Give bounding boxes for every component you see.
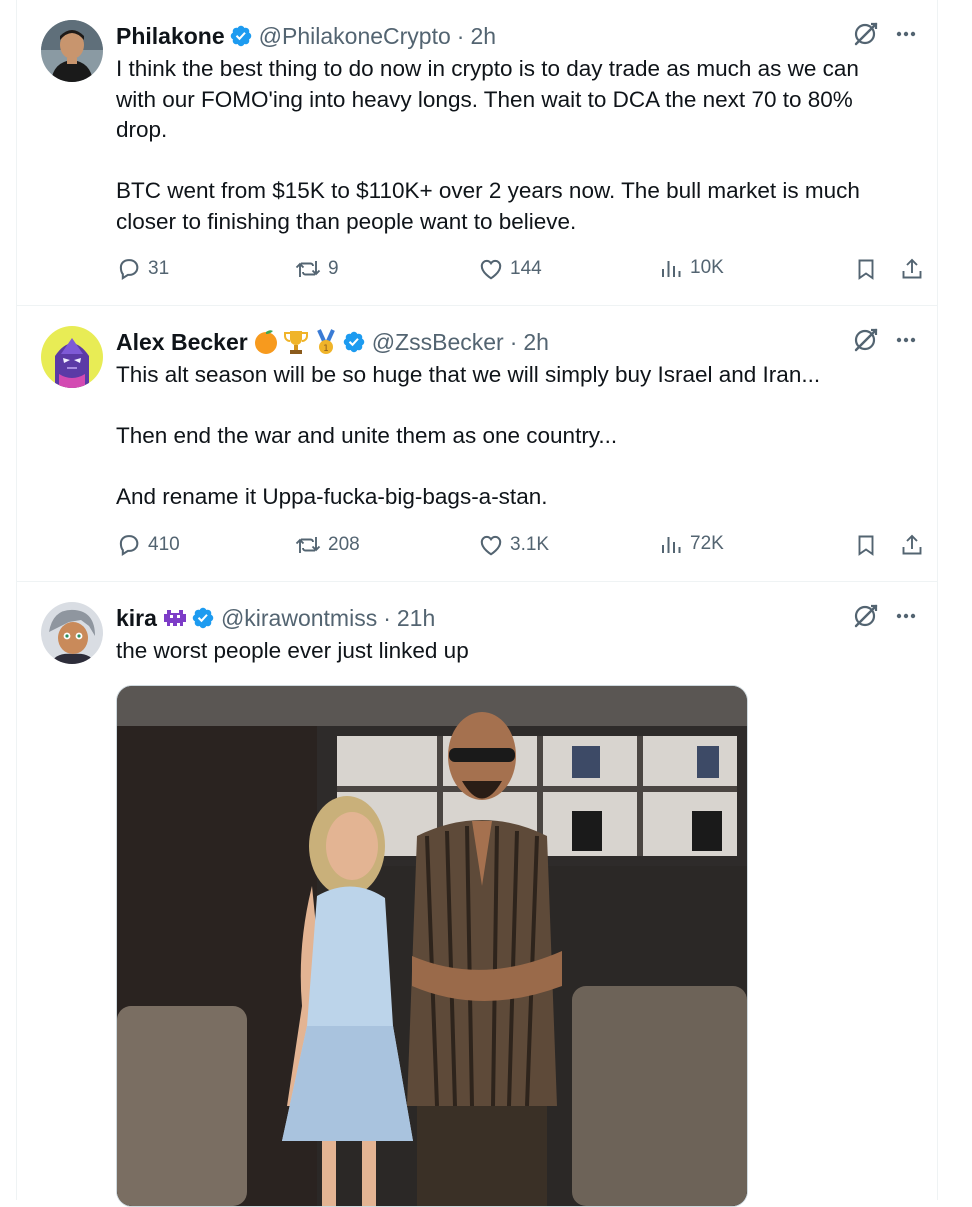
views-button[interactable]: 10K xyxy=(660,256,724,280)
more-icon[interactable] xyxy=(895,23,917,50)
tweet-actions: 410 208 3.1K 72K xyxy=(116,532,922,566)
tweet[interactable]: Alex Becker 1 @ZssBecker · 2h This alt s… xyxy=(17,306,937,582)
views-count: 72K xyxy=(690,533,724,554)
share-icon xyxy=(902,258,922,279)
display-name[interactable]: Alex Becker xyxy=(116,329,248,356)
like-count: 144 xyxy=(510,258,542,279)
space-invader-emoji xyxy=(161,604,189,632)
tweet-text: I think the best thing to do now in cryp… xyxy=(116,56,860,234)
reply-icon xyxy=(119,535,139,556)
separator: · xyxy=(383,604,391,631)
share-button[interactable] xyxy=(900,532,930,558)
tweet-text: This alt season will be so huge that we … xyxy=(116,362,821,509)
display-name[interactable]: Philakone xyxy=(116,23,225,50)
reply-button[interactable]: 410 xyxy=(116,532,180,558)
repost-icon xyxy=(295,537,321,553)
verified-icon xyxy=(229,24,253,48)
verified-icon xyxy=(191,606,215,630)
tweet-header: Alex Becker 1 @ZssBecker · 2h xyxy=(116,325,917,359)
photo-illustration xyxy=(117,686,747,1206)
grok-icon[interactable] xyxy=(853,21,879,52)
separator: · xyxy=(509,328,518,355)
user-handle[interactable]: @kirawontmiss xyxy=(221,605,377,632)
grok-icon[interactable] xyxy=(853,327,879,358)
repost-count: 208 xyxy=(328,534,360,555)
bookmark-button[interactable] xyxy=(854,256,884,282)
repost-button[interactable]: 208 xyxy=(294,532,360,558)
tweet[interactable]: Philakone @PhilakoneCrypto · 2h I think … xyxy=(17,0,937,306)
more-icon[interactable] xyxy=(895,329,917,356)
tweet-header: Philakone @PhilakoneCrypto · 2h xyxy=(116,19,917,53)
svg-text:1: 1 xyxy=(323,344,329,354)
like-icon xyxy=(480,535,502,556)
medal-emoji: 1 xyxy=(312,328,340,356)
repost-button[interactable]: 9 xyxy=(294,256,339,282)
timestamp[interactable]: 2h xyxy=(470,23,496,50)
reply-count: 31 xyxy=(148,258,170,279)
bookmark-icon xyxy=(858,259,874,280)
views-button[interactable]: 72K xyxy=(660,532,724,556)
like-button[interactable]: 144 xyxy=(478,256,542,282)
reply-icon xyxy=(119,259,139,280)
tweet-header: kira @kirawontmiss · 21h xyxy=(116,601,917,635)
repost-icon xyxy=(295,261,321,277)
tweet-text: the worst people ever just linked up xyxy=(116,638,469,663)
avatar[interactable] xyxy=(41,20,103,82)
trophy-emoji xyxy=(282,328,310,356)
bookmark-button[interactable] xyxy=(854,532,884,558)
share-button[interactable] xyxy=(900,256,930,282)
user-handle[interactable]: @PhilakoneCrypto xyxy=(259,23,451,50)
like-icon xyxy=(480,259,502,280)
avatar[interactable] xyxy=(41,326,103,388)
tweet-actions: 31 9 144 10K xyxy=(116,256,922,290)
views-icon xyxy=(662,261,681,277)
more-icon[interactable] xyxy=(895,605,917,632)
timestamp[interactable]: 21h xyxy=(397,605,435,632)
tweet-photo[interactable] xyxy=(116,685,748,1207)
like-button[interactable]: 3.1K xyxy=(478,532,549,558)
bookmark-icon xyxy=(858,535,874,556)
repost-count: 9 xyxy=(328,258,339,279)
display-name[interactable]: kira xyxy=(116,605,157,632)
avatar[interactable] xyxy=(41,602,103,664)
reply-button[interactable]: 31 xyxy=(116,256,169,282)
verified-icon xyxy=(342,330,366,354)
timestamp[interactable]: 2h xyxy=(523,329,549,356)
grok-icon[interactable] xyxy=(853,603,879,634)
orange-emoji xyxy=(252,328,280,356)
user-handle[interactable]: @ZssBecker xyxy=(372,329,504,356)
views-icon xyxy=(662,537,681,553)
share-icon xyxy=(902,534,922,555)
timeline-feed: Philakone @PhilakoneCrypto · 2h I think … xyxy=(16,0,938,1207)
views-count: 10K xyxy=(690,257,724,278)
reply-count: 410 xyxy=(148,534,180,555)
separator: · xyxy=(456,22,465,49)
like-count: 3.1K xyxy=(510,534,550,555)
